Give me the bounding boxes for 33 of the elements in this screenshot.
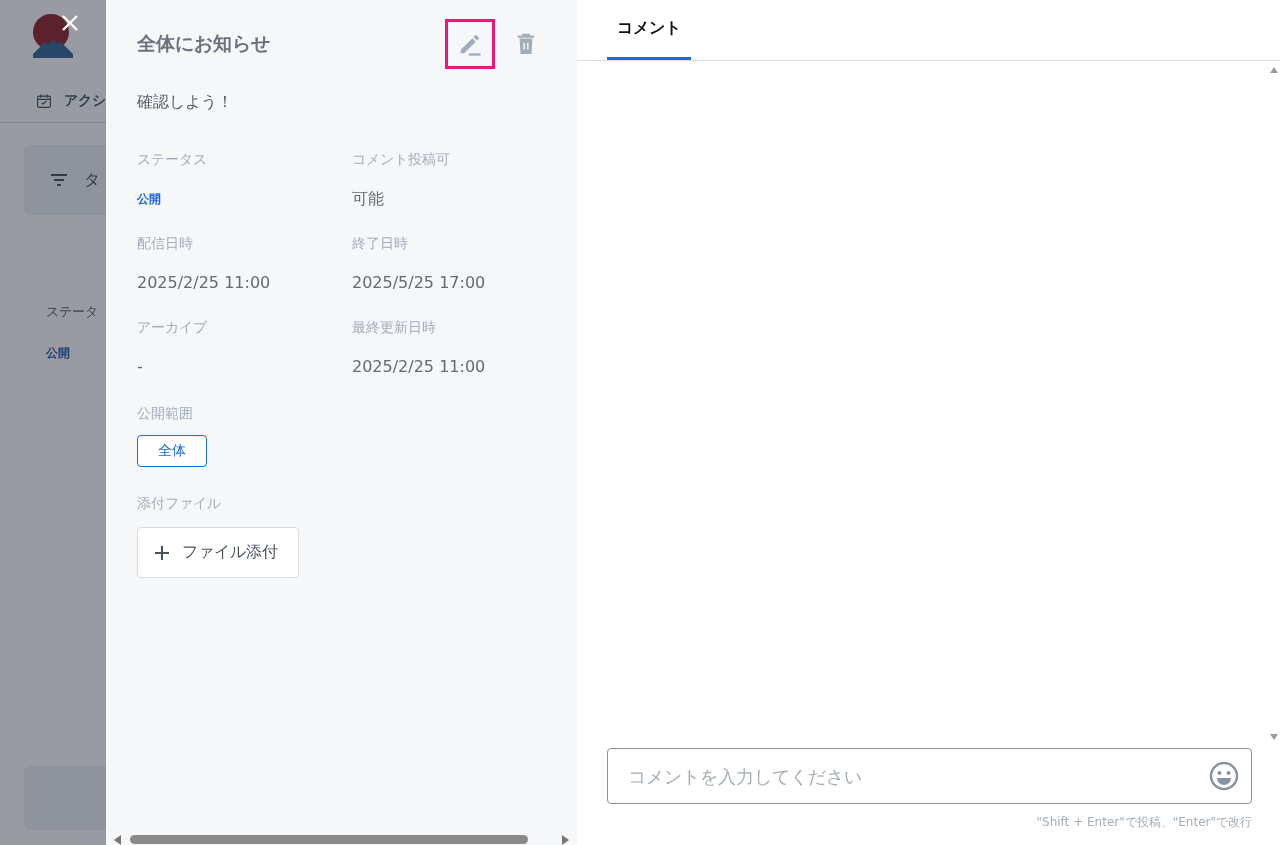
filter-icon bbox=[50, 173, 68, 187]
filter-label: タ bbox=[84, 169, 100, 191]
status-value: 公開 bbox=[137, 191, 162, 208]
notice-title: 全体にお知らせ bbox=[137, 31, 270, 56]
trash-icon bbox=[515, 31, 537, 57]
status-label: ステータ bbox=[46, 303, 99, 321]
notice-body: 確認しよう！ bbox=[137, 92, 234, 113]
input-hint: "Shift + Enter"で投稿、"Enter"で改行 bbox=[1036, 814, 1252, 831]
status-value: 公開 bbox=[46, 345, 71, 362]
field-label: 公開範囲 bbox=[137, 405, 194, 423]
field-label: アーカイブ bbox=[137, 319, 208, 337]
emoji-icon[interactable] bbox=[1209, 761, 1239, 791]
calendar-icon bbox=[36, 92, 52, 110]
field-value: - bbox=[137, 356, 144, 378]
field-value: 可能 bbox=[352, 188, 385, 210]
field-value: 2025/2/25 11:00 bbox=[137, 272, 272, 294]
field-label: ステータス bbox=[137, 151, 208, 169]
field-label: 最終更新日時 bbox=[352, 319, 437, 337]
field-label: 配信日時 bbox=[137, 235, 194, 253]
field-label: 添付ファイル bbox=[137, 495, 222, 513]
attach-file-button[interactable]: ファイル添付 bbox=[137, 527, 299, 578]
field-label: コメント投稿可 bbox=[352, 151, 451, 169]
field-value: 2025/5/25 17:00 bbox=[352, 272, 487, 294]
plus-icon bbox=[154, 544, 170, 561]
field-value: 2025/2/25 11:00 bbox=[352, 356, 487, 378]
comment-input[interactable]: コメントを入力してください bbox=[607, 748, 1252, 804]
vertical-scrollbar[interactable] bbox=[1268, 67, 1280, 740]
nav-label[interactable]: アクシ bbox=[64, 92, 106, 110]
scope-tag: 全体 bbox=[137, 435, 207, 467]
edit-button[interactable] bbox=[445, 19, 495, 69]
field-label: 終了日時 bbox=[352, 235, 409, 253]
comment-tab[interactable]: コメント bbox=[607, 0, 691, 60]
mountain-sun-logo-icon bbox=[33, 14, 73, 58]
